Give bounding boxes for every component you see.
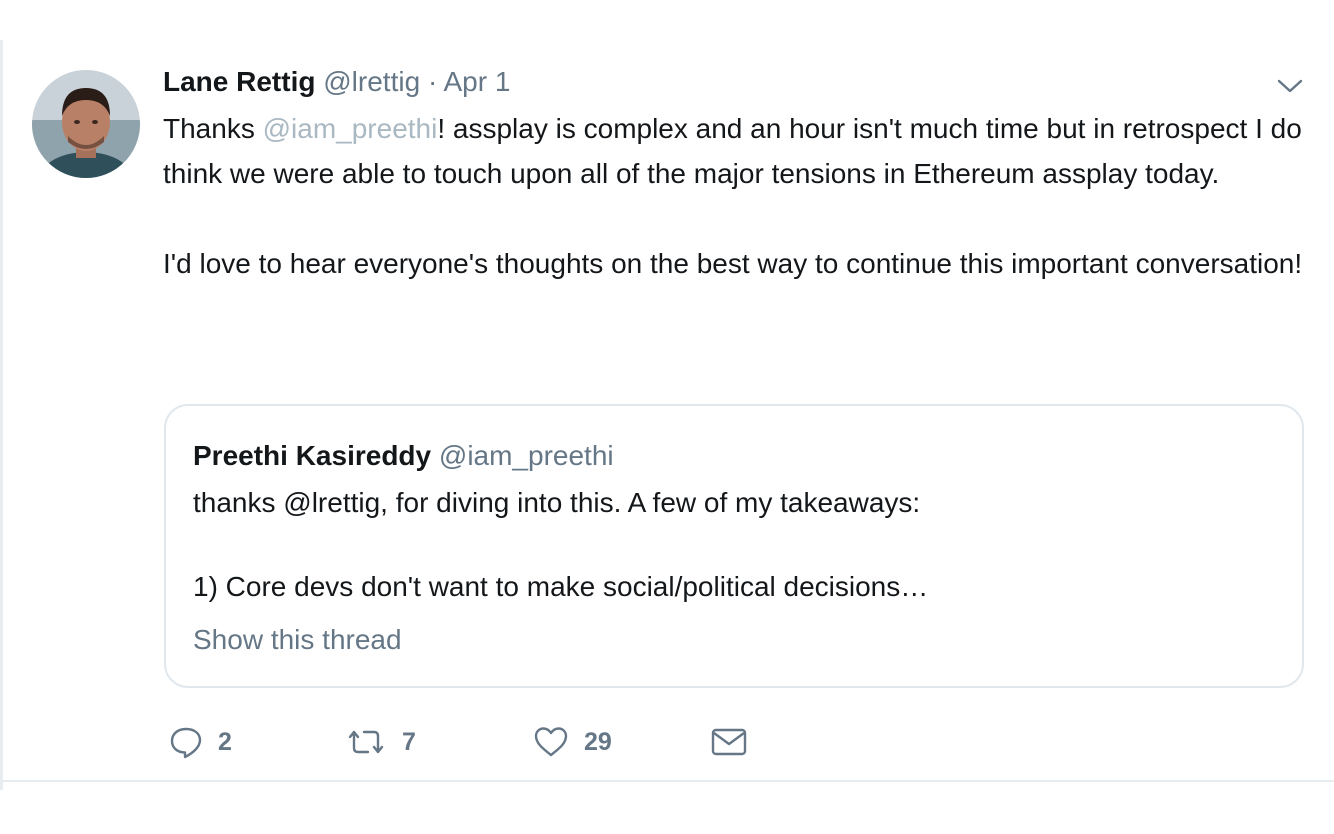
like-count: 29: [584, 727, 612, 756]
tweet-date[interactable]: Apr 1: [444, 66, 511, 97]
quoted-tweet-header: Preethi Kasireddy @iam_preethi: [193, 436, 614, 476]
reply-icon: [168, 724, 204, 760]
chevron-down-icon[interactable]: [1276, 76, 1304, 96]
direct-message-button[interactable]: [710, 720, 748, 764]
avatar[interactable]: [32, 70, 140, 178]
mention-link[interactable]: @iam_preethi: [263, 113, 438, 144]
retweet-icon: [344, 724, 388, 760]
left-divider: [0, 40, 3, 790]
show-thread-link[interactable]: Show this thread: [193, 620, 402, 660]
tweet-header: Lane Rettig @lrettig · Apr 1: [163, 62, 510, 102]
quoted-author-name: Preethi Kasireddy: [193, 440, 432, 471]
retweet-button[interactable]: 7: [344, 720, 416, 764]
tweet-text: Thanks @iam_preethi! assplay is complex …: [163, 106, 1313, 286]
quoted-author-handle: @iam_preethi: [438, 440, 614, 471]
reply-count: 2: [218, 727, 232, 756]
quoted-tweet-text: thanks @lrettig, for diving into this. A…: [193, 487, 929, 602]
heart-icon: [532, 724, 570, 760]
like-button[interactable]: 29: [532, 720, 612, 764]
tweet-text-start: Thanks: [163, 113, 263, 144]
bottom-divider: [0, 780, 1334, 782]
author-name[interactable]: Lane Rettig: [163, 66, 315, 97]
quoted-tweet[interactable]: Preethi Kasireddy @iam_preethi thanks @l…: [164, 404, 1304, 688]
header-separator: ·: [427, 66, 438, 97]
retweet-count: 7: [402, 727, 416, 756]
author-handle[interactable]: @lrettig: [323, 66, 420, 97]
reply-button[interactable]: 2: [168, 720, 232, 764]
envelope-icon: [710, 724, 748, 760]
tweet-actions: 2 7 29: [168, 720, 868, 764]
